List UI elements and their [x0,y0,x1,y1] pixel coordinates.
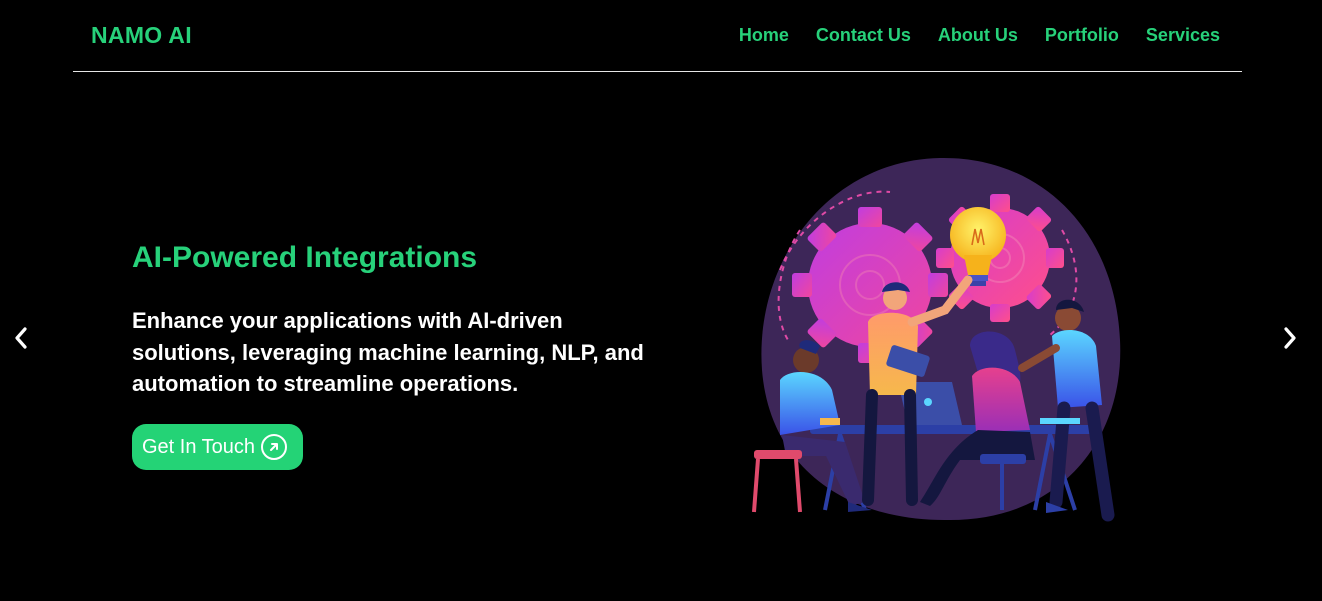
get-in-touch-button[interactable]: Get In Touch [132,424,303,470]
hero-description: Enhance your applications with AI-driven… [132,308,644,396]
hero-title: AI-Powered Integrations [132,241,478,274]
navbar: NAMO AI Home Contact Us About Us Portfol… [73,0,1242,72]
nav-link-portfolio[interactable]: Portfolio [1045,25,1119,46]
chevron-left-icon [15,327,27,349]
nav-link-contact-us[interactable]: Contact Us [816,25,911,46]
nav-link-about-us[interactable]: About Us [938,25,1018,46]
chevron-right-icon [1284,327,1296,349]
nav-link-services[interactable]: Services [1146,25,1220,46]
carousel-prev-button[interactable] [6,323,36,353]
carousel-next-button[interactable] [1275,323,1305,353]
brand-logo[interactable]: NAMO AI [91,22,192,49]
nav-link-home[interactable]: Home [739,25,789,46]
team-collaboration-illustration [752,157,1121,522]
nav-menu: Home Contact Us About Us Portfolio Servi… [739,25,1220,46]
get-in-touch-label: Get In Touch [142,435,256,458]
arrow-up-right-icon [261,434,288,460]
